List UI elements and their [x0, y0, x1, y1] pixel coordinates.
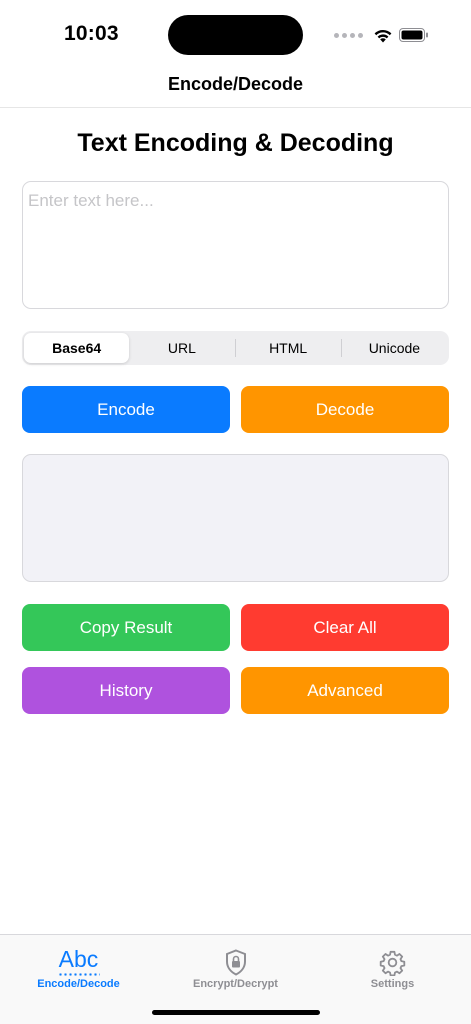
segment-html[interactable]: HTML — [236, 333, 341, 363]
tab-encrypt-decrypt[interactable]: Encrypt/Decrypt — [157, 935, 314, 990]
tab-label: Settings — [370, 978, 415, 990]
tab-label: Encode/Decode — [37, 978, 120, 990]
battery-icon — [399, 28, 428, 42]
tab-encode-decode[interactable]: Abc Encode/Decode — [0, 935, 157, 990]
segment-base64[interactable]: Base64 — [24, 333, 130, 363]
navigation-bar: Encode/Decode — [0, 62, 471, 108]
advanced-button[interactable]: Advanced — [241, 667, 449, 714]
copy-result-button[interactable]: Copy Result — [22, 604, 230, 651]
clear-all-button[interactable]: Clear All — [241, 604, 449, 651]
gear-icon — [314, 940, 471, 976]
cellular-signal-icon — [334, 32, 363, 38]
segment-unicode[interactable]: Unicode — [342, 333, 447, 363]
status-time: 10:03 — [64, 22, 119, 45]
encoding-type-segmented-control: Base64 URL HTML Unicode — [22, 331, 449, 365]
nav-title: Encode/Decode — [167, 74, 304, 94]
text-input[interactable] — [22, 181, 449, 309]
dynamic-island — [168, 15, 303, 55]
status-bar: 10:03 — [0, 0, 471, 62]
tab-label: Encrypt/Decrypt — [193, 978, 278, 990]
status-icons — [334, 25, 429, 45]
encode-button[interactable]: Encode — [22, 386, 230, 433]
lock-shield-icon — [157, 940, 314, 976]
home-indicator[interactable] — [152, 1010, 320, 1015]
segment-url[interactable]: URL — [129, 333, 234, 363]
result-output — [22, 454, 449, 582]
wifi-icon — [374, 29, 392, 42]
history-button[interactable]: History — [22, 667, 230, 714]
page-title: Text Encoding & Decoding — [77, 129, 394, 157]
decode-button[interactable]: Decode — [241, 386, 449, 433]
tab-settings[interactable]: Settings — [314, 935, 471, 990]
abc-icon: Abc — [0, 940, 157, 976]
